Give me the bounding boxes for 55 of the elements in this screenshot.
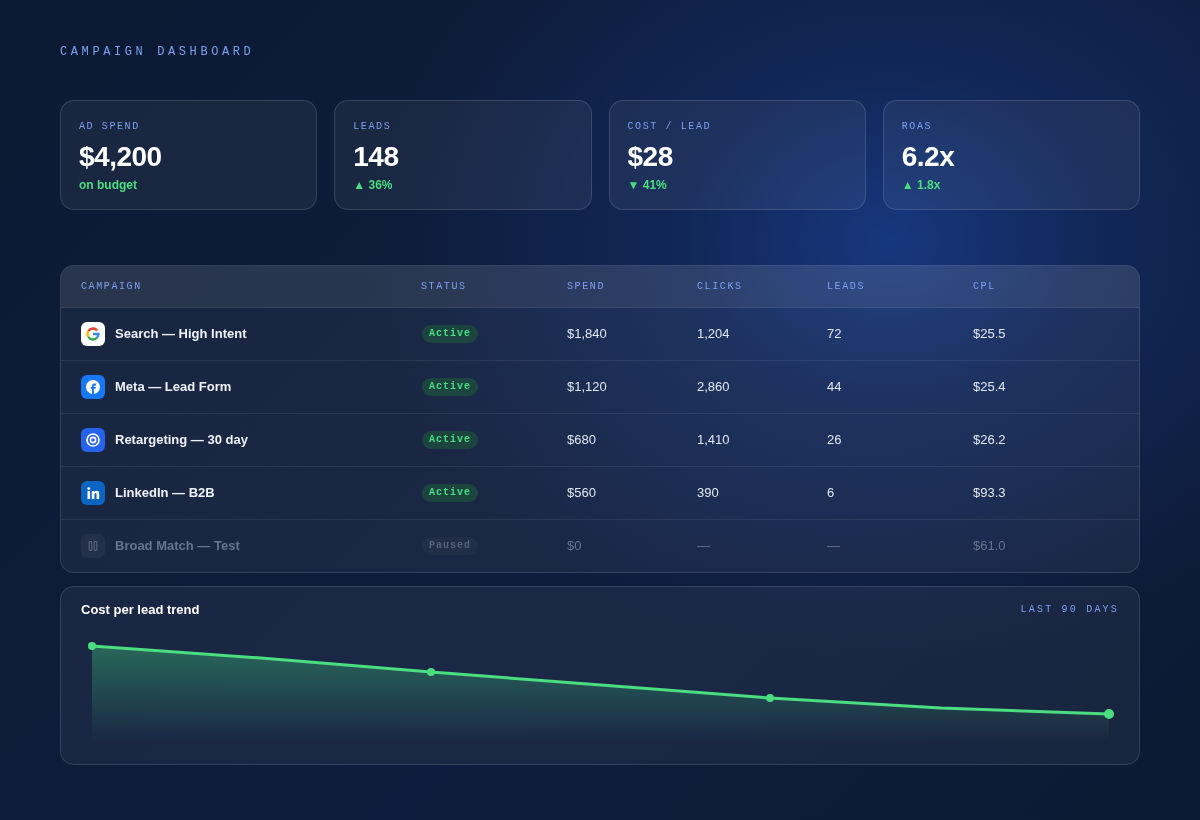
table-cell: 44: [827, 379, 842, 395]
campaign-name: Meta — Lead Form: [115, 379, 232, 395]
status-badge: Active: [422, 378, 478, 396]
page-title: CAMPAIGN DASHBOARD: [60, 44, 255, 60]
table-cell: $25.5: [973, 326, 1006, 342]
kpi-delta: ▼ 41%: [627, 177, 667, 193]
column-header: CAMPAIGN: [81, 280, 142, 293]
table-cell: 72: [827, 326, 842, 342]
table-cell: 6: [827, 485, 835, 501]
kpi-delta: on budget: [79, 177, 137, 193]
table-cell: $93.3: [973, 485, 1006, 501]
column-header: LEADS: [827, 280, 865, 293]
campaign-name: LinkedIn — B2B: [115, 485, 215, 501]
column-header: STATUS: [421, 280, 467, 293]
pause-icon: [81, 534, 105, 558]
kpi-value: $28: [627, 141, 673, 173]
table-cell: —: [697, 538, 710, 554]
kpi-value: 148: [353, 141, 399, 173]
kpi-label: ROAS: [901, 121, 933, 133]
column-header: CPL: [973, 280, 996, 293]
multicolor-g-icon: [81, 322, 105, 346]
column-header: SPEND: [567, 280, 605, 293]
table-cell: 390: [697, 485, 719, 501]
kpi-delta: ▲ 1.8x: [901, 177, 941, 193]
kpi-delta: ▲ 36%: [353, 177, 393, 193]
kpi-value: $4,200: [79, 141, 162, 173]
in-logo-icon: [81, 481, 105, 505]
table-cell: $25.4: [973, 379, 1006, 395]
kpi-label: AD SPEND: [79, 121, 140, 133]
table-cell: 2,860: [697, 379, 730, 395]
table-cell: 1,204: [697, 326, 730, 342]
date-range-label: LAST 90 DAYS: [1020, 604, 1119, 616]
kpi-label: COST / LEAD: [627, 121, 712, 133]
f-logo-icon: [81, 375, 105, 399]
table-cell: —: [827, 538, 840, 554]
table-cell: 1,410: [697, 432, 730, 448]
kpi-value: 6.2x: [901, 141, 955, 173]
table-cell: $1,840: [567, 326, 607, 342]
table-cell: $680: [567, 432, 596, 448]
column-header: CLICKS: [697, 280, 743, 293]
campaign-name: Search — High Intent: [115, 326, 247, 342]
kpi-label: LEADS: [353, 121, 392, 133]
table-cell: $1,120: [567, 379, 607, 395]
status-badge: Active: [422, 484, 478, 502]
campaign-name: Broad Match — Test: [115, 538, 240, 554]
table-cell: $26.2: [973, 432, 1006, 448]
chart-title: Cost per lead trend: [81, 602, 200, 618]
table-cell: $0: [567, 538, 582, 554]
status-badge: Active: [422, 431, 478, 449]
status-badge: Active: [422, 325, 478, 343]
table-cell: $560: [567, 485, 596, 501]
campaign-name: Retargeting — 30 day: [115, 432, 248, 448]
target-icon: [81, 428, 105, 452]
table-cell: $61.0: [973, 538, 1006, 554]
table-cell: 26: [827, 432, 842, 448]
